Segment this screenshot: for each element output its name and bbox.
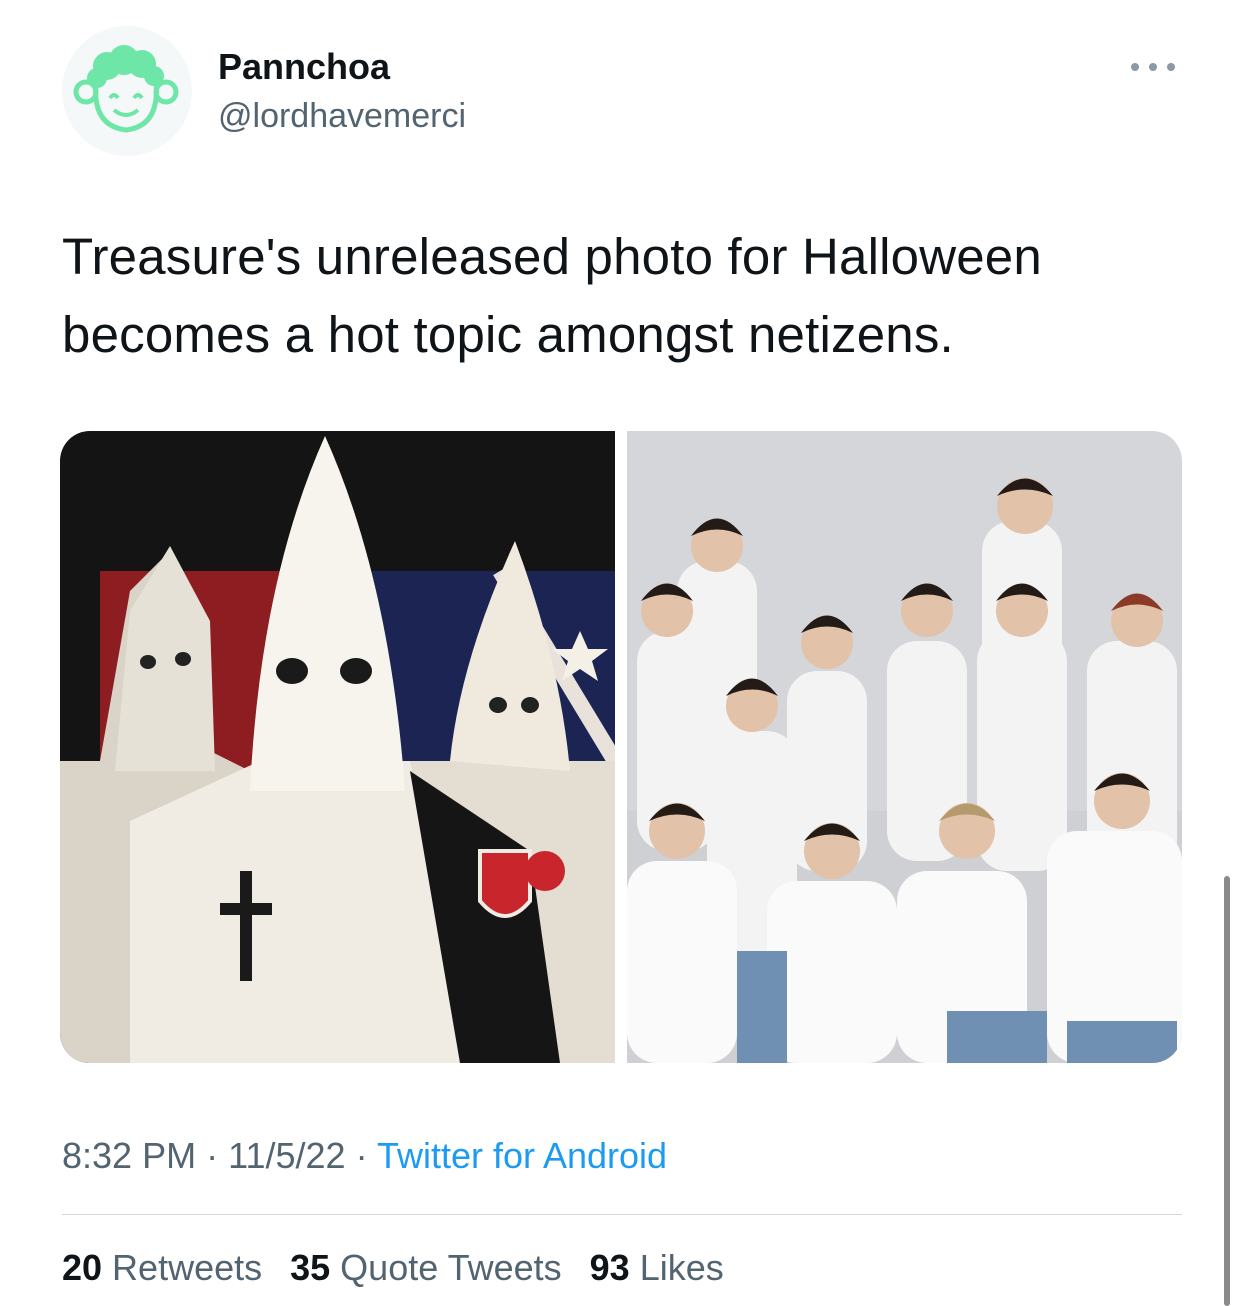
tweet-meta: 8:32 PM · 11/5/22 · Twitter for Android	[62, 1132, 667, 1180]
robed-figures-photo	[60, 431, 615, 1063]
quote-tweets-stat[interactable]: 35 Quote Tweets	[290, 1244, 562, 1292]
scrollbar[interactable]	[1224, 876, 1230, 1306]
likes-count: 93	[589, 1247, 630, 1288]
media-photo-right[interactable]	[627, 431, 1182, 1063]
tweet-media-grid	[60, 431, 1182, 1063]
likes-label: Likes	[639, 1247, 724, 1288]
retweets-label: Retweets	[112, 1247, 263, 1288]
tweet-date[interactable]: 11/5/22	[228, 1135, 345, 1176]
media-photo-left[interactable]	[60, 431, 615, 1063]
meta-separator: ·	[355, 1135, 368, 1176]
author-handle[interactable]: @lordhavemerci	[218, 94, 466, 138]
tweet-source-link[interactable]: Twitter for Android	[377, 1135, 667, 1176]
quotes-count: 35	[290, 1247, 331, 1288]
tweet-time[interactable]: 8:32 PM	[62, 1135, 196, 1176]
tweet-text: Treasure's unreleased photo for Hallowee…	[62, 228, 1042, 363]
retweets-stat[interactable]: 20 Retweets	[62, 1244, 262, 1292]
cartoon-face-icon	[62, 26, 192, 156]
more-options-icon[interactable]	[1128, 56, 1178, 78]
meta-separator: ·	[206, 1135, 219, 1176]
author-display-name[interactable]: Pannchoa	[218, 44, 390, 90]
avatar[interactable]	[62, 26, 192, 156]
likes-stat[interactable]: 93 Likes	[590, 1244, 724, 1292]
group-portrait-photo	[627, 431, 1182, 1063]
retweets-count: 20	[62, 1247, 103, 1288]
divider	[62, 1214, 1182, 1215]
quotes-label: Quote Tweets	[340, 1247, 562, 1288]
tweet-stats: 20 Retweets 35 Quote Tweets 93 Likes	[62, 1244, 724, 1292]
